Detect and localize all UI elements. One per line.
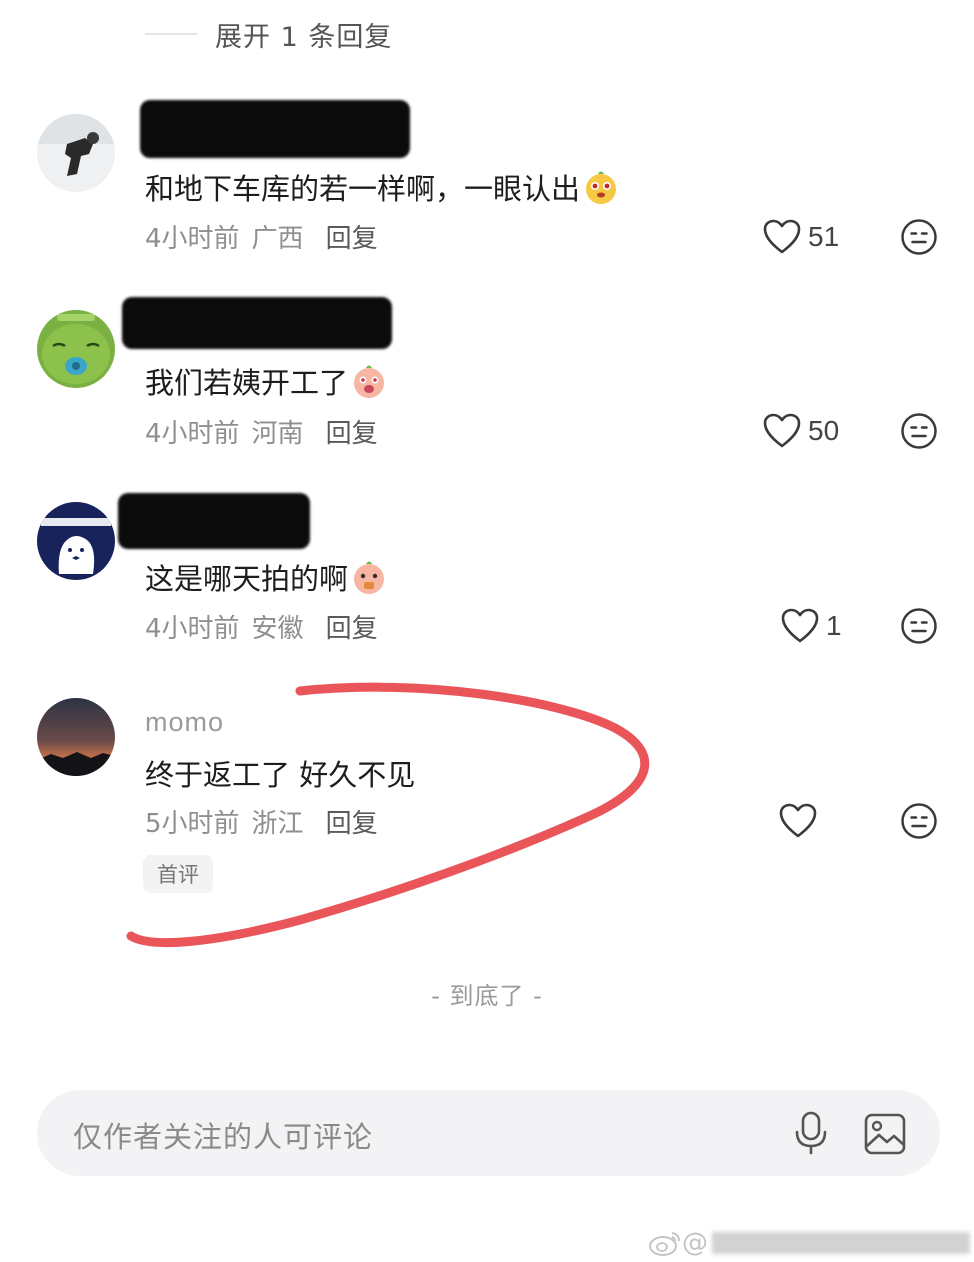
watermark-blurred-text [712,1232,970,1254]
end-of-list-hint: - 到底了 - [431,982,543,1010]
first-comment-badge: 首评 [143,855,213,893]
divider-line [145,33,197,35]
image-icon[interactable] [863,1112,907,1156]
comment-meta: 4小时前 安徽 回复 [145,608,378,645]
avatar[interactable] [37,114,115,192]
comment-content: 这是哪天拍的啊 [145,562,349,596]
redacted-username [122,297,392,349]
input-placeholder: 仅作者关注的人可评论 [73,1120,374,1154]
username[interactable]: momo [145,707,224,738]
like-button[interactable]: 1 [780,607,842,645]
emoji-icon [354,365,385,398]
dislike-face-icon[interactable] [900,412,938,450]
like-count: 50 [808,415,840,446]
comment-text: 和地下车库的若一样啊，一眼认出 [145,166,620,208]
weibo-logo-icon [649,1232,680,1256]
redacted-username [118,493,310,549]
comment-text: 终于返工了 好久不见 [145,752,415,794]
dislike-face-icon[interactable] [900,607,938,645]
comment-input[interactable]: 仅作者关注的人可评论 [37,1090,940,1176]
emoji-icon [586,171,617,204]
comment-time: 4小时前 [145,419,240,449]
comment-content: 我们若姨开工了 [145,366,349,400]
heart-icon [763,219,801,254]
heart-icon [781,608,819,643]
avatar[interactable] [37,310,115,388]
comment-meta: 4小时前 广西 回复 [145,218,378,255]
comment-text: 我们若姨开工了 [145,360,388,402]
like-count: 1 [826,610,842,641]
expand-replies-button[interactable]: 展开 1 条回复 [145,14,392,54]
comment-content: 终于返工了 好久不见 [145,758,416,792]
avatar[interactable] [37,698,115,776]
comment-location: 浙江 [251,809,304,839]
reply-button[interactable]: 回复 [326,218,378,255]
dislike-face-icon[interactable] [900,218,938,256]
comment-time: 5小时前 [145,809,240,839]
watermark-at: @ [682,1228,708,1258]
watermark: @ [648,1228,970,1258]
mic-icon[interactable] [789,1110,833,1156]
comment-text: 这是哪天拍的啊 [145,556,388,598]
heart-icon [779,803,817,838]
avatar[interactable] [37,502,115,580]
comment-time: 4小时前 [145,614,240,644]
comment-meta: 5小时前 浙江 回复 [145,803,378,840]
dislike-face-icon[interactable] [900,802,938,840]
like-button[interactable]: 51 [762,218,839,256]
reply-button[interactable]: 回复 [326,608,378,645]
comment-location: 安徽 [251,614,304,644]
comment-meta: 4小时前 河南 回复 [145,413,378,450]
like-button[interactable] [778,802,824,840]
reply-button[interactable]: 回复 [326,803,378,840]
emoji-icon [354,561,385,594]
comment-location: 广西 [251,224,304,254]
heart-icon [763,413,801,448]
comment-location: 河南 [251,419,304,449]
comment-content: 和地下车库的若一样啊，一眼认出 [145,172,581,206]
expand-replies-label: 展开 1 条回复 [215,21,393,53]
redacted-username [140,100,410,158]
like-button[interactable]: 50 [762,412,839,450]
reply-button[interactable]: 回复 [326,413,378,450]
like-count: 51 [808,221,840,252]
comment-time: 4小时前 [145,224,240,254]
